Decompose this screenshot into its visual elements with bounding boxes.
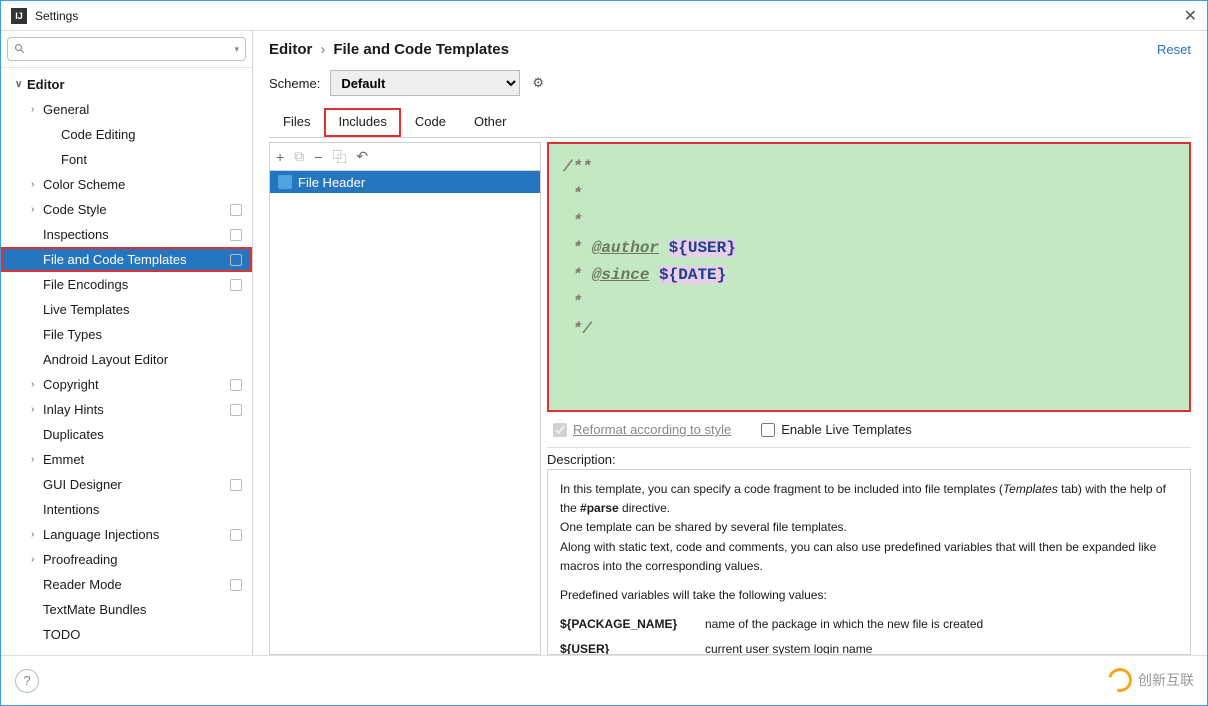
sidebar-item-language-injections[interactable]: ›Language Injections — [1, 522, 252, 547]
search-dropdown-icon[interactable]: ▾ — [234, 44, 239, 55]
template-toolbar: + ⧉ − ⿻ ↶ — [270, 143, 540, 171]
sidebar-item-font[interactable]: Font — [1, 147, 252, 172]
sidebar-item-textmate-bundles[interactable]: TextMate Bundles — [1, 597, 252, 622]
window-title: Settings — [35, 9, 78, 23]
file-icon — [278, 175, 292, 189]
sidebar-item-gui-designer[interactable]: GUI Designer — [1, 472, 252, 497]
sidebar-item-copyright[interactable]: ›Copyright — [1, 372, 252, 397]
copy-button[interactable]: ⧉ — [294, 148, 304, 165]
search-input[interactable] — [32, 42, 234, 56]
sidebar-item-android-layout-editor[interactable]: Android Layout Editor — [1, 347, 252, 372]
sidebar-item-reader-mode[interactable]: Reader Mode — [1, 572, 252, 597]
copy2-button[interactable]: ⿻ — [332, 147, 346, 167]
reset-link[interactable]: Reset — [1157, 42, 1191, 57]
close-button[interactable]: ✕ — [1184, 6, 1197, 26]
sidebar-item-code-editing[interactable]: Code Editing — [1, 122, 252, 147]
breadcrumb-sep: › — [320, 41, 325, 58]
description-label: Description: — [547, 448, 1191, 469]
undo-button[interactable]: ↶ — [356, 148, 368, 165]
watermark-icon — [1104, 664, 1137, 697]
tab-files[interactable]: Files — [269, 108, 324, 137]
template-item[interactable]: File Header — [270, 171, 540, 193]
live-templates-checkbox[interactable] — [761, 423, 775, 437]
sidebar-item-emmet[interactable]: ›Emmet — [1, 447, 252, 472]
search-input-wrap[interactable]: ▾ — [7, 37, 246, 61]
sidebar-item-color-scheme[interactable]: ›Color Scheme — [1, 172, 252, 197]
add-button[interactable]: + — [276, 149, 284, 165]
sidebar-item-general[interactable]: ›General — [1, 97, 252, 122]
sidebar-item-inlay-hints[interactable]: ›Inlay Hints — [1, 397, 252, 422]
gear-icon[interactable]: ⚙ — [532, 75, 544, 91]
breadcrumb-current: File and Code Templates — [333, 41, 509, 58]
sidebar-item-inspections[interactable]: Inspections — [1, 222, 252, 247]
scheme-select[interactable]: Default — [330, 70, 520, 96]
help-button[interactable]: ? — [15, 669, 39, 693]
remove-button[interactable]: − — [314, 149, 322, 165]
sidebar-item-file-encodings[interactable]: File Encodings — [1, 272, 252, 297]
app-logo: IJ — [11, 8, 27, 24]
scheme-label: Scheme: — [269, 76, 320, 91]
settings-sidebar: ▾ ∨Editor›GeneralCode EditingFont›Color … — [1, 31, 253, 655]
template-list: File Header — [270, 171, 540, 654]
tabs: FilesIncludesCodeOther — [269, 108, 1191, 138]
sidebar-item-live-templates[interactable]: Live Templates — [1, 297, 252, 322]
description-box: In this template, you can specify a code… — [547, 469, 1191, 655]
search-icon — [14, 43, 26, 55]
watermark: 创新互联 — [1108, 668, 1194, 692]
sidebar-item-file-and-code-templates[interactable]: File and Code Templates — [1, 247, 252, 272]
settings-tree: ∨Editor›GeneralCode EditingFont›Color Sc… — [1, 68, 252, 655]
template-list-pane: + ⧉ − ⿻ ↶ File Header — [269, 142, 541, 655]
var-row: ${PACKAGE_NAME}name of the package in wh… — [560, 615, 1178, 634]
sidebar-item-file-types[interactable]: File Types — [1, 322, 252, 347]
breadcrumb: Editor › File and Code Templates Reset — [269, 41, 1191, 58]
sidebar-item-duplicates[interactable]: Duplicates — [1, 422, 252, 447]
tab-includes[interactable]: Includes — [324, 108, 400, 137]
template-editor[interactable]: /** * * * @author ${USER} * @since ${DAT… — [547, 142, 1191, 412]
reformat-checkbox[interactable] — [553, 423, 567, 437]
sidebar-item-intentions[interactable]: Intentions — [1, 497, 252, 522]
sidebar-item-code-style[interactable]: ›Code Style — [1, 197, 252, 222]
sidebar-item-editor[interactable]: ∨Editor — [1, 72, 252, 97]
tab-other[interactable]: Other — [460, 108, 521, 137]
live-templates-checkbox-label[interactable]: Enable Live Templates — [761, 422, 912, 437]
sidebar-item-todo[interactable]: TODO — [1, 622, 252, 647]
reformat-checkbox-label: Reformat according to style — [553, 422, 731, 437]
tab-code[interactable]: Code — [401, 108, 460, 137]
breadcrumb-root[interactable]: Editor — [269, 41, 312, 58]
var-row: ${USER}current user system login name — [560, 640, 1178, 655]
sidebar-item-proofreading[interactable]: ›Proofreading — [1, 547, 252, 572]
